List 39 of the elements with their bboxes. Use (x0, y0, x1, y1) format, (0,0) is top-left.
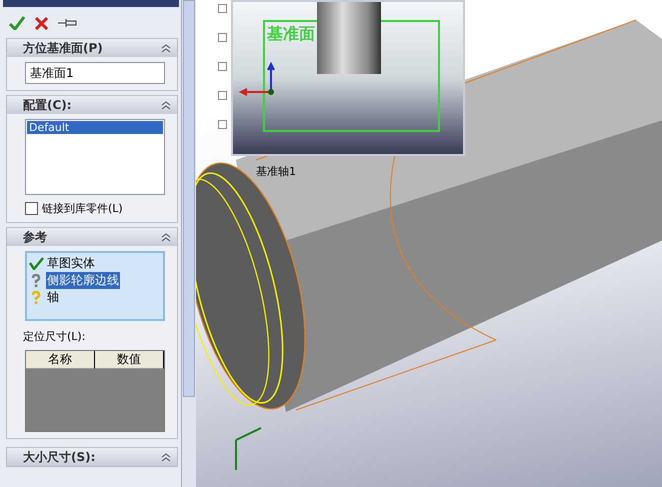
ok-check-icon[interactable] (9, 16, 25, 30)
section-header[interactable]: 大小尺寸(S): (7, 448, 177, 466)
tree-item[interactable]: 基准轴1 (256, 164, 296, 179)
expand-icon[interactable] (218, 4, 227, 13)
collapse-icon[interactable] (161, 100, 171, 110)
section-header[interactable]: 配置(C): (7, 96, 177, 114)
section-header[interactable]: 方位基准面(P) (7, 39, 177, 57)
expand-icon[interactable] (218, 33, 227, 42)
column-header[interactable]: 数值 (95, 351, 164, 369)
checkbox-label: 链接到库零件(L) (42, 201, 123, 216)
expand-icon[interactable] (218, 91, 227, 100)
reference-list[interactable]: 草图实体 侧影轮廓边线 轴 (25, 251, 165, 321)
collapse-icon[interactable] (161, 44, 171, 52)
collapse-icon[interactable] (161, 452, 171, 462)
section-title: 参考 (23, 228, 47, 246)
plane-label: 基准面 (267, 24, 315, 45)
question-icon (31, 274, 41, 288)
shaft-drawing (317, 2, 381, 74)
close-icon[interactable] (35, 16, 48, 30)
section-title: 配置(C): (23, 96, 72, 114)
table-label: 定位尺寸(L): (23, 329, 86, 344)
reference-item[interactable]: 侧影轮廓边线 (46, 272, 120, 289)
collapse-icon[interactable] (161, 232, 171, 242)
scrollbar[interactable] (181, 0, 196, 487)
section-header[interactable]: 参考 (7, 228, 177, 246)
expand-icon[interactable] (218, 120, 227, 129)
checkbox[interactable] (25, 202, 38, 215)
section-title: 大小尺寸(S): (23, 448, 96, 466)
expand-icon[interactable] (218, 62, 227, 71)
pin-icon[interactable] (58, 18, 78, 28)
column-header[interactable]: 名称 (26, 351, 95, 369)
section-title: 方位基准面(P) (23, 40, 103, 56)
check-icon (29, 257, 44, 270)
reference-item[interactable]: 轴 (46, 289, 60, 306)
plane-input-field[interactable]: 基准面1 (25, 62, 165, 84)
reference-item[interactable]: 草图实体 (46, 255, 96, 272)
list-item[interactable]: Default (27, 121, 163, 134)
configuration-list[interactable]: Default (25, 119, 165, 195)
question-icon (31, 290, 41, 304)
